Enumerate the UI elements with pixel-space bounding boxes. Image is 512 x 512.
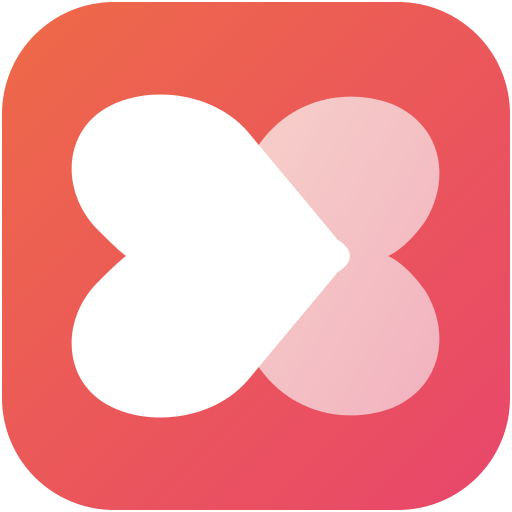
icon-canvas [0,0,512,512]
app-icon [2,2,510,510]
